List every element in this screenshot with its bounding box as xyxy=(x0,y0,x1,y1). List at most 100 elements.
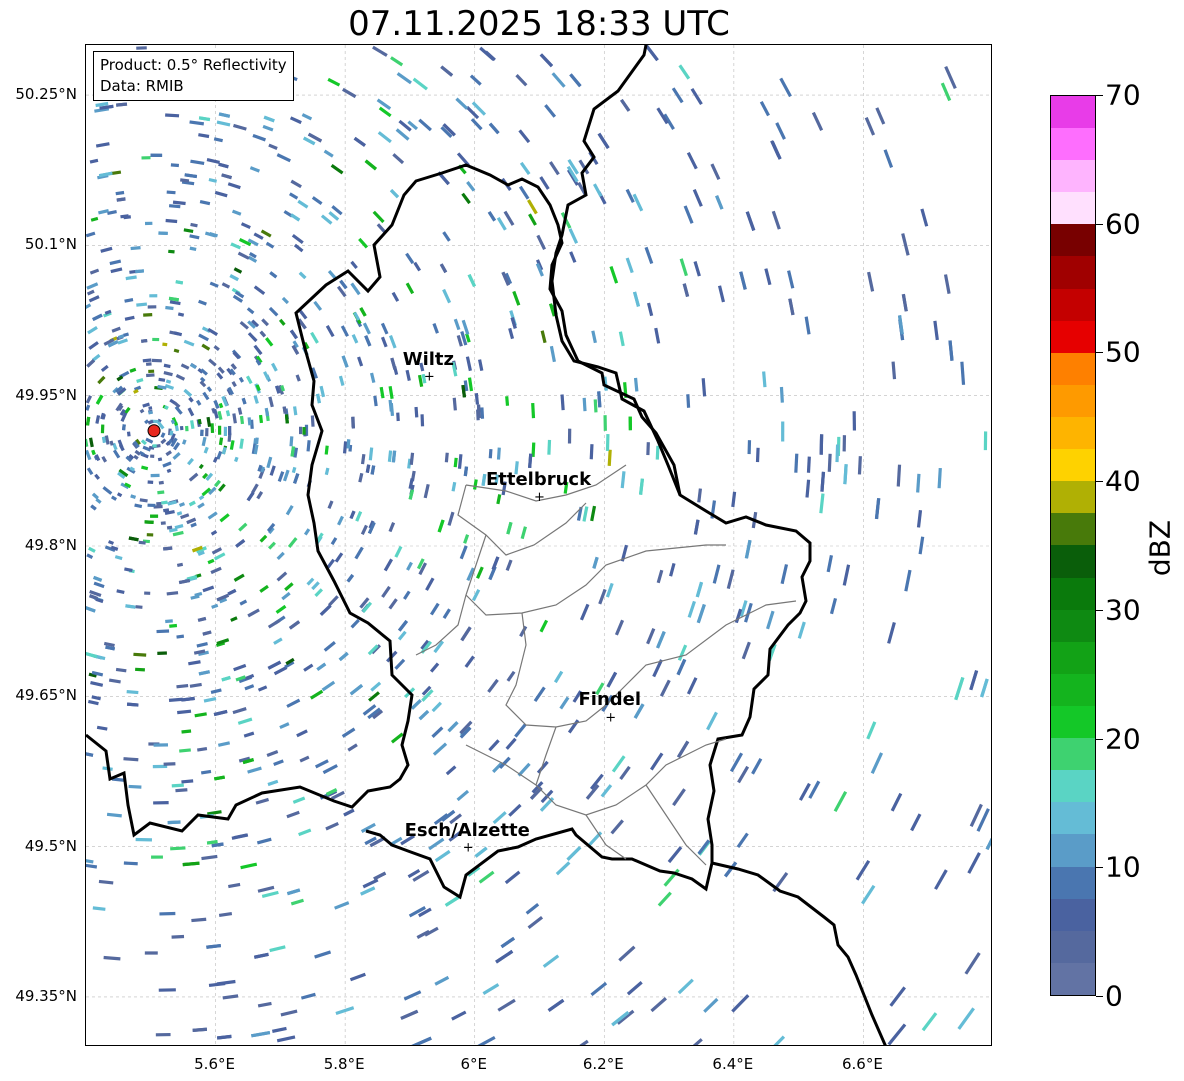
echo-cell xyxy=(649,752,664,771)
echo-cell xyxy=(94,473,101,480)
echo-cell xyxy=(162,342,168,347)
echo-cell xyxy=(251,1030,271,1038)
echo-cell xyxy=(228,882,241,889)
lat-tick-label: 49.35°N xyxy=(15,986,77,1005)
echo-cell xyxy=(508,327,515,340)
echo-cell xyxy=(266,750,279,757)
echo-cell xyxy=(303,528,311,536)
echo-cell xyxy=(889,986,906,1007)
echo-cell xyxy=(200,769,212,775)
echo-cell xyxy=(506,521,513,535)
echo-cell xyxy=(400,1009,419,1020)
echo-cell xyxy=(762,371,767,388)
echo-cell xyxy=(201,854,218,861)
echo-cell xyxy=(141,465,149,471)
echo-cell xyxy=(165,450,172,457)
echo-cell xyxy=(118,444,125,452)
echo-cell xyxy=(198,333,210,342)
echo-cell xyxy=(310,331,319,344)
lon-tick-label: 6.4°E xyxy=(712,1055,754,1073)
colorbar-tick-label: 30 xyxy=(1105,593,1141,627)
echo-cell xyxy=(288,620,301,630)
echo-cell xyxy=(353,136,366,147)
echo-cell xyxy=(90,504,97,511)
echo-cell xyxy=(466,567,475,582)
echo-cell xyxy=(110,267,123,274)
echo-cell xyxy=(245,375,253,385)
echo-cell xyxy=(257,885,275,893)
city-label: Findel xyxy=(578,689,642,711)
echo-cell xyxy=(92,906,106,911)
echo-cell xyxy=(89,158,99,164)
echo-cell xyxy=(114,555,123,561)
echo-cell xyxy=(269,271,278,279)
echo-cell xyxy=(144,951,158,955)
echo-cell xyxy=(278,318,286,326)
echo-cell xyxy=(256,837,272,845)
echo-cell xyxy=(341,355,349,368)
echo-cell xyxy=(210,688,222,694)
echo-cell xyxy=(184,173,198,179)
echo-cell xyxy=(144,520,154,524)
echo-cell xyxy=(314,588,324,597)
echo-cell xyxy=(605,582,614,598)
echo-cell xyxy=(130,494,136,499)
echo-cell xyxy=(133,454,139,460)
echo-cell xyxy=(221,173,232,180)
radar-map[interactable]: + + + + xyxy=(85,44,992,1046)
echo-cell xyxy=(325,821,339,831)
colorbar-segment xyxy=(1051,224,1095,257)
echo-cell xyxy=(229,274,239,282)
echo-cell xyxy=(102,486,113,495)
colorbar-tick-label: 60 xyxy=(1105,207,1141,241)
echo-cell xyxy=(180,178,190,183)
echo-cell xyxy=(265,241,275,249)
echo-cell xyxy=(334,901,350,910)
echo-cell xyxy=(411,1036,432,1045)
echo-cell xyxy=(388,598,398,610)
echo-cell xyxy=(354,546,364,560)
echo-cell xyxy=(350,260,358,269)
echo-cell xyxy=(611,755,626,773)
echo-cell xyxy=(197,502,205,509)
colorbar-segment xyxy=(1051,449,1095,482)
echo-cell xyxy=(111,326,121,333)
echo-cell xyxy=(86,858,94,864)
echo-cell xyxy=(135,667,145,672)
city-marker: + xyxy=(463,841,474,856)
echo-cell xyxy=(677,644,688,661)
echo-cell xyxy=(211,547,223,555)
echo-cell xyxy=(300,992,316,1000)
echo-cell xyxy=(95,394,104,405)
echo-cell xyxy=(478,870,495,884)
echo-cell xyxy=(256,491,264,500)
echo-cell xyxy=(659,679,671,697)
echo-cell xyxy=(739,271,747,290)
echo-cell xyxy=(87,326,98,335)
echo-cell xyxy=(198,299,207,306)
echo-cell xyxy=(271,1026,287,1033)
echo-cell xyxy=(590,981,608,997)
echo-cell xyxy=(238,522,248,532)
echo-cell xyxy=(787,270,795,289)
echo-cell xyxy=(126,690,139,695)
echo-cell xyxy=(656,569,664,584)
echo-cell xyxy=(187,457,194,466)
echo-cell xyxy=(117,334,125,340)
echo-cell xyxy=(150,153,163,157)
echo-cell xyxy=(957,1007,975,1030)
colorbar-segment xyxy=(1051,288,1095,321)
echo-cell xyxy=(157,651,167,655)
echo-cell xyxy=(514,723,527,738)
echo-cell xyxy=(381,585,391,598)
echo-cell xyxy=(116,492,123,498)
echo-cell xyxy=(232,707,247,715)
echo-cell xyxy=(182,861,200,867)
echo-cell xyxy=(692,188,703,207)
echo-cell xyxy=(268,541,276,550)
echo-cell xyxy=(266,456,273,469)
echo-cell xyxy=(222,994,239,1000)
echo-cell xyxy=(478,359,484,371)
echo-cell xyxy=(703,997,719,1013)
echo-cell xyxy=(156,502,162,506)
